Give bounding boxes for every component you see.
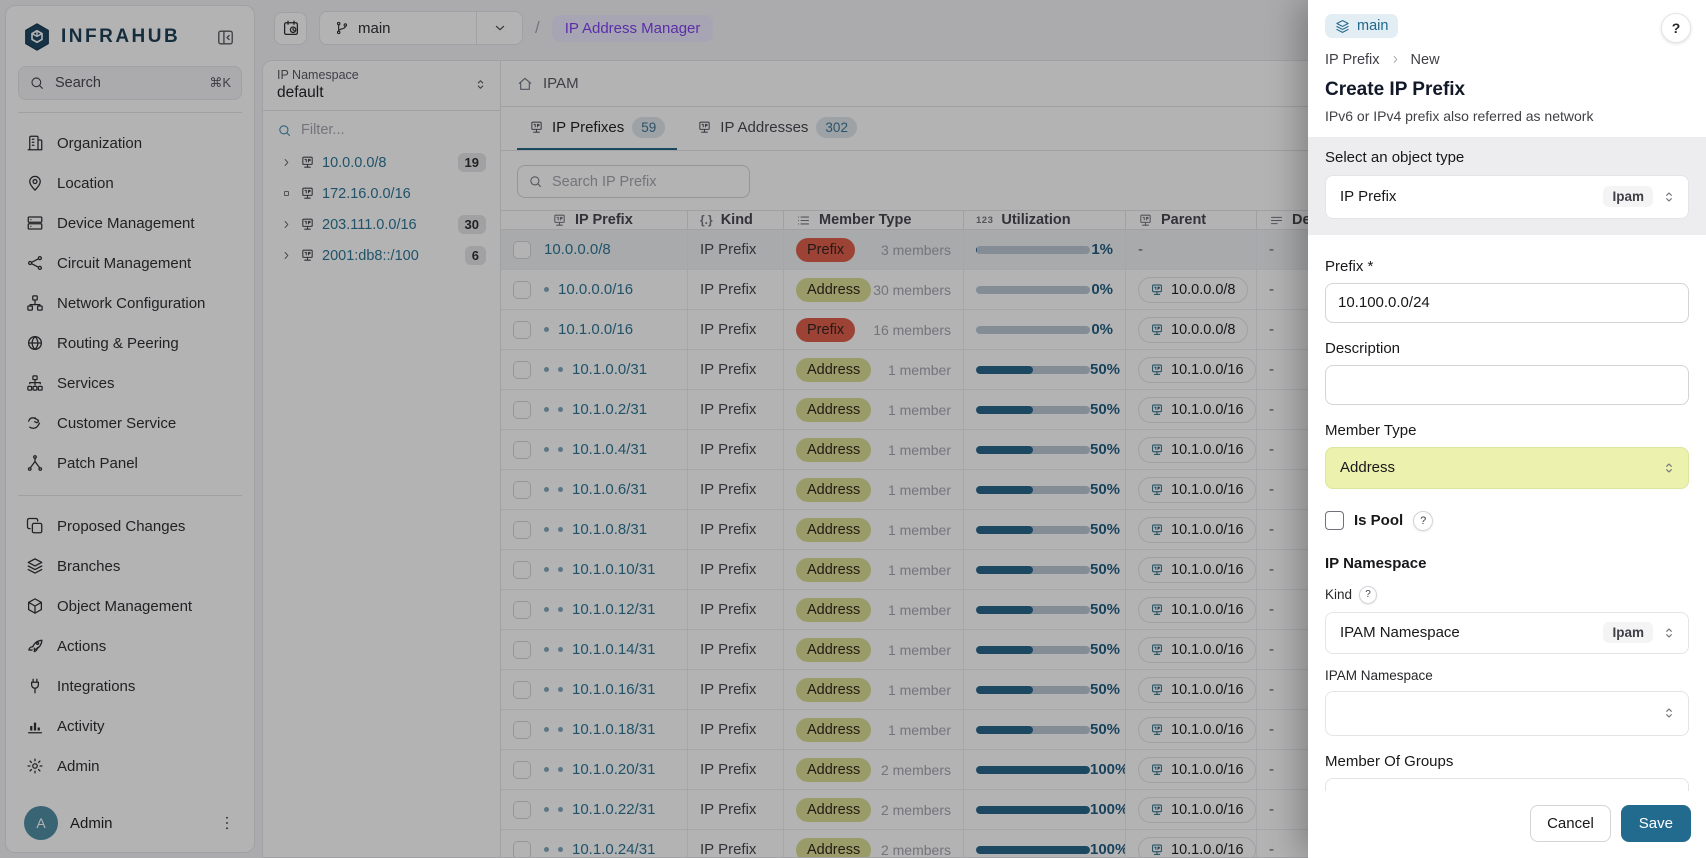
breadcrumb-parent[interactable]: IP Prefix bbox=[1325, 52, 1380, 68]
chevron-updown-icon bbox=[1661, 705, 1677, 721]
member-type-label: Member Type bbox=[1325, 422, 1689, 439]
cancel-button[interactable]: Cancel bbox=[1530, 805, 1611, 842]
is-pool-help-icon[interactable]: ? bbox=[1413, 511, 1433, 531]
ipam-namespace-select[interactable] bbox=[1325, 691, 1689, 736]
object-type-label: Select an object type bbox=[1325, 149, 1689, 166]
object-type-section: Select an object type IP Prefix Ipam bbox=[1308, 137, 1706, 235]
save-button[interactable]: Save bbox=[1621, 805, 1691, 842]
branch-badge-label: main bbox=[1357, 18, 1388, 34]
kind-badge: Ipam bbox=[1603, 186, 1653, 207]
kind-select[interactable]: IPAM Namespace Ipam bbox=[1325, 612, 1689, 654]
member-type-select[interactable]: Address bbox=[1325, 447, 1689, 489]
object-type-value: IP Prefix bbox=[1340, 188, 1603, 205]
member-of-groups-select[interactable] bbox=[1325, 778, 1689, 792]
branch-badge: main bbox=[1325, 14, 1398, 38]
help-button[interactable]: ? bbox=[1661, 13, 1691, 43]
kind-badge: Ipam bbox=[1603, 622, 1653, 643]
description-field-label: Description bbox=[1325, 340, 1689, 357]
chevron-right-icon bbox=[1389, 53, 1402, 66]
is-pool-checkbox[interactable] bbox=[1325, 511, 1344, 530]
ip-namespace-section-title: IP Namespace bbox=[1325, 555, 1689, 572]
kind-value: IPAM Namespace bbox=[1340, 624, 1603, 641]
panel-subtitle: IPv6 or IPv4 prefix also referred as net… bbox=[1325, 108, 1691, 137]
object-type-select[interactable]: IP Prefix Ipam bbox=[1325, 175, 1689, 219]
create-prefix-panel: ? main IP Prefix New Create IP Prefix IP… bbox=[1308, 0, 1706, 858]
layers-icon bbox=[1335, 19, 1350, 34]
chevron-updown-icon bbox=[1661, 189, 1677, 205]
panel-breadcrumb: IP Prefix New bbox=[1325, 52, 1691, 68]
panel-title: Create IP Prefix bbox=[1325, 79, 1691, 101]
chevron-updown-icon bbox=[1661, 625, 1677, 641]
prefix-field-label: Prefix * bbox=[1325, 258, 1689, 275]
member-of-groups-label: Member Of Groups bbox=[1325, 753, 1689, 770]
kind-label: Kind bbox=[1325, 587, 1352, 602]
member-type-value: Address bbox=[1340, 459, 1661, 476]
kind-help-icon[interactable]: ? bbox=[1359, 586, 1377, 604]
prefix-field-input[interactable] bbox=[1325, 283, 1689, 323]
breadcrumb-current: New bbox=[1411, 52, 1440, 68]
chevron-updown-icon bbox=[1661, 460, 1677, 476]
description-field-input[interactable] bbox=[1325, 365, 1689, 405]
ipam-namespace-label: IPAM Namespace bbox=[1325, 668, 1433, 683]
is-pool-label: Is Pool bbox=[1354, 512, 1403, 529]
